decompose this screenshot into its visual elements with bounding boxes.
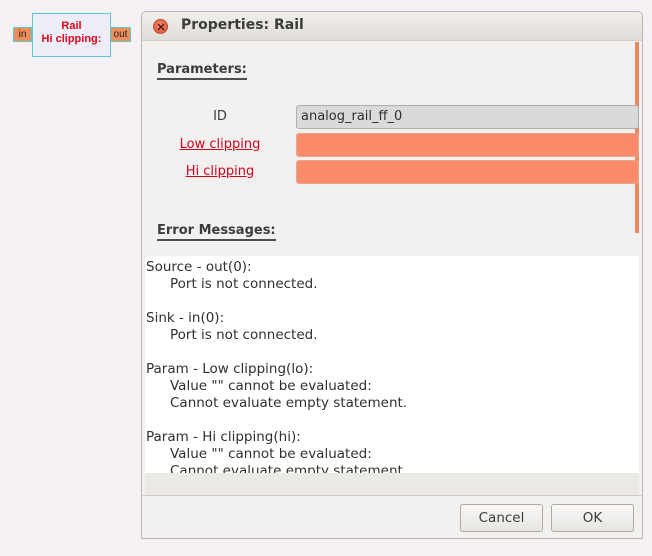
error-source: Sink - in(0): <box>146 310 225 326</box>
ok-button[interactable]: OK <box>551 504 634 532</box>
block-param-label: Hi clipping: <box>41 33 102 45</box>
in-port[interactable]: in <box>13 27 32 42</box>
error-detail: Cannot evaluate empty statement. <box>170 395 408 411</box>
error-source: Param - Hi clipping(hi): <box>146 429 301 445</box>
error-item: Sink - in(0): Port is not connected. <box>145 310 639 344</box>
param-label-low-clipping: Low clipping <box>179 137 261 152</box>
close-button[interactable] <box>153 19 168 34</box>
error-item: Source - out(0): Port is not connected. <box>145 259 639 293</box>
parameters-panel: Parameters: ID analog_rail_ff_0 Low clip… <box>145 42 639 255</box>
error-messages-heading: Error Messages: <box>157 223 276 241</box>
close-icon <box>157 23 165 31</box>
button-divider <box>142 495 642 496</box>
properties-dialog: Properties: Rail Parameters: ID analog_r… <box>141 11 643 539</box>
error-detail: Value "" cannot be evaluated: <box>170 378 372 394</box>
rail-block[interactable]: Rail Hi clipping: <box>32 13 111 57</box>
error-detail: Value "" cannot be evaluated: <box>170 446 372 462</box>
param-label-hi-clipping: Hi clipping <box>185 164 255 179</box>
error-detail: Port is not connected. <box>170 327 318 343</box>
parameters-heading: Parameters: <box>157 62 247 80</box>
block-title: Rail <box>61 20 82 32</box>
param-label-id: ID <box>213 109 227 124</box>
error-item: Param - Low clipping(lo): Value "" canno… <box>145 361 639 412</box>
out-port[interactable]: out <box>110 27 131 42</box>
error-panel-footer <box>145 473 639 495</box>
id-field[interactable]: analog_rail_ff_0 <box>296 105 639 129</box>
low-clipping-field[interactable] <box>296 133 639 157</box>
error-messages-panel: Source - out(0): Port is not connected. … <box>145 256 639 479</box>
cancel-button[interactable]: Cancel <box>460 504 543 532</box>
id-field-value: analog_rail_ff_0 <box>301 109 403 124</box>
error-source: Source - out(0): <box>146 259 252 275</box>
dialog-title: Properties: Rail <box>181 17 304 33</box>
dialog-titlebar[interactable]: Properties: Rail <box>142 12 642 41</box>
hi-clipping-field[interactable] <box>296 160 639 184</box>
error-source: Param - Low clipping(lo): <box>146 361 314 377</box>
error-detail: Port is not connected. <box>170 276 318 292</box>
